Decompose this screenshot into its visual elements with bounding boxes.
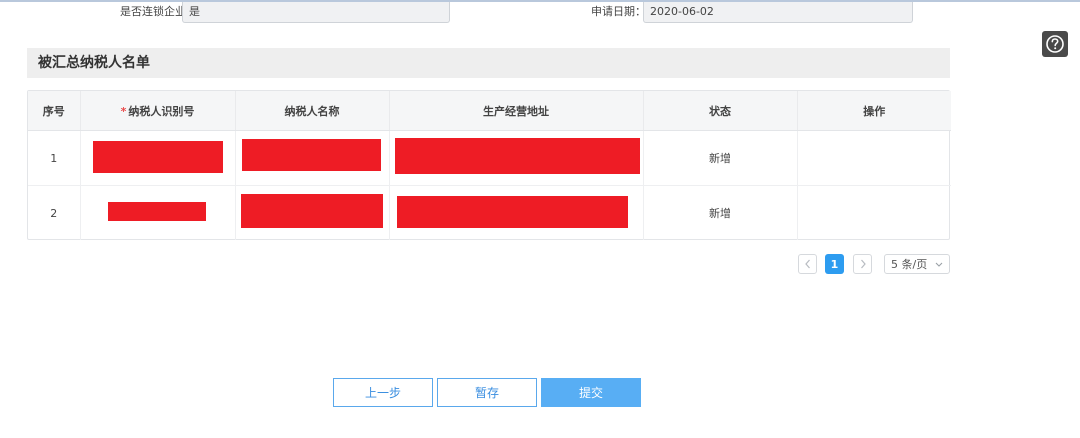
table-header-row: 序号 * 纳税人识别号 纳税人名称 生产经营地址 状态 操作: [28, 91, 951, 131]
submit-button[interactable]: 提交: [541, 378, 641, 407]
page-size-value: 5 条/页: [891, 258, 928, 271]
next-page-button[interactable]: [853, 254, 872, 274]
save-draft-button[interactable]: 暂存: [437, 378, 537, 407]
cell-status: 新增: [643, 130, 798, 186]
col-header-tax-id-label: 纳税人识别号: [128, 104, 195, 118]
cell-action: [797, 186, 951, 241]
redacted-block: [240, 194, 383, 228]
redacted-block: [241, 139, 381, 171]
col-header-tax-id: * 纳税人识别号: [80, 91, 236, 131]
cell-status: 新增: [643, 185, 798, 240]
cell-address[interactable]: [389, 130, 644, 186]
chain-enterprise-field[interactable]: 是: [182, 2, 450, 23]
col-header-action: 操作: [797, 91, 951, 131]
col-header-address: 生产经营地址: [389, 91, 644, 131]
cell-address[interactable]: [389, 185, 644, 240]
required-mark: *: [120, 104, 127, 118]
prev-page-button[interactable]: [798, 254, 817, 274]
col-header-seq: 序号: [28, 91, 81, 131]
chevron-down-icon: [935, 262, 943, 267]
cell-tax-id[interactable]: [80, 130, 236, 186]
page-size-select[interactable]: 5 条/页: [884, 254, 950, 274]
redacted-block: [107, 202, 206, 221]
redacted-block: [92, 141, 223, 173]
form-page: 是否连锁企业： 是 申请日期： 2020-06-02 被汇总纳税人名单 序号 *…: [0, 0, 1080, 438]
previous-step-button[interactable]: 上一步: [333, 378, 433, 407]
apply-date-label: 申请日期：: [591, 5, 646, 18]
cell-tax-id[interactable]: [80, 185, 236, 240]
redacted-block: [396, 196, 628, 228]
cell-seq: 1: [28, 130, 81, 186]
chevron-left-icon: [804, 259, 810, 269]
cell-action: [797, 130, 951, 186]
cell-name[interactable]: [235, 185, 390, 240]
apply-date-field[interactable]: 2020-06-02: [643, 2, 913, 23]
col-header-status: 状态: [643, 91, 798, 131]
cell-seq: 2: [28, 185, 81, 240]
taxpayer-table: 序号 * 纳税人识别号 纳税人名称 生产经营地址 状态 操作 1 新增 2 新增: [27, 90, 951, 241]
table-row: 1 新增: [28, 130, 951, 186]
redacted-block: [394, 138, 640, 174]
section-title: 被汇总纳税人名单: [27, 48, 950, 78]
cell-name[interactable]: [235, 130, 390, 186]
page-1-button[interactable]: 1: [825, 254, 844, 274]
table-row: 2 新增: [28, 185, 951, 241]
help-circle-icon: [1046, 35, 1064, 53]
help-button[interactable]: [1042, 31, 1068, 57]
col-header-name: 纳税人名称: [235, 91, 390, 131]
chevron-right-icon: [860, 259, 866, 269]
